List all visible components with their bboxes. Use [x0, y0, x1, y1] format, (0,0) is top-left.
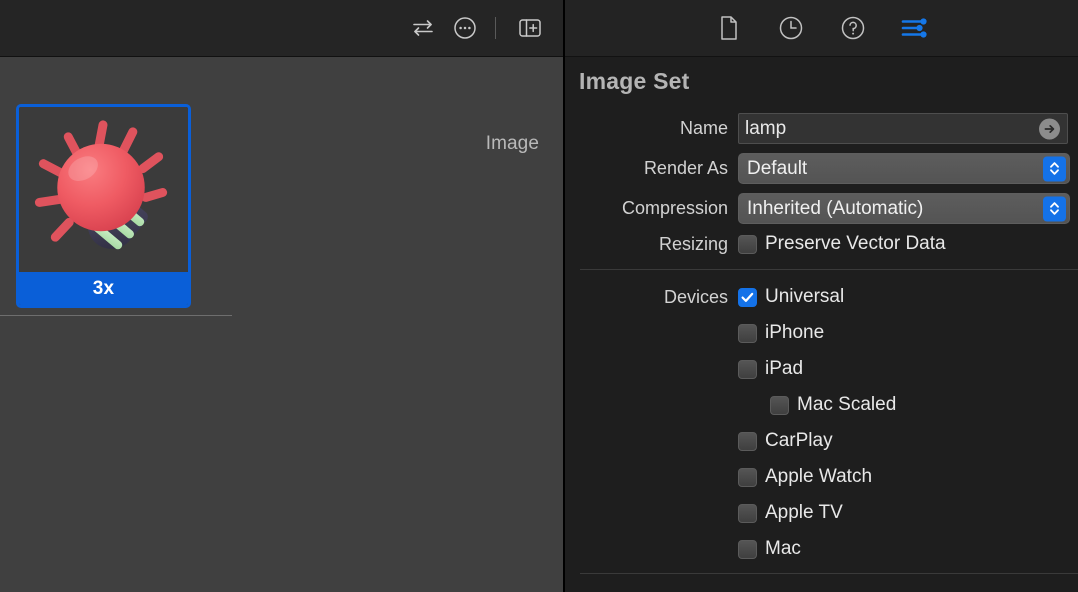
devices-label: Devices	[663, 286, 728, 307]
device-row: Mac Scaled	[565, 387, 1078, 423]
compression-row: Compression Inherited (Automatic)	[565, 193, 1078, 224]
sliders-icon[interactable]	[897, 12, 933, 44]
device-checkbox-apple-watch[interactable]	[738, 467, 757, 487]
render-as-value: Default	[747, 157, 808, 179]
device-label-iphone: iPhone	[765, 322, 825, 343]
resizing-row: Resizing Preserve Vector Data	[565, 233, 1078, 255]
inspector-form: Name lamp Render As Default Compression …	[565, 113, 1078, 579]
device-label-apple-watch: Apple Watch	[765, 466, 873, 487]
device-label-ipad: iPad	[765, 358, 804, 379]
add-panel-icon[interactable]	[513, 13, 547, 43]
asset-preview-pane: Image 3x	[0, 0, 563, 592]
name-input[interactable]: lamp	[738, 113, 1068, 144]
asset-scale-label: 3x	[19, 272, 188, 305]
device-row: Mac	[565, 531, 1078, 567]
render-as-row: Render As Default	[565, 153, 1078, 184]
device-checkbox-mac-scaled[interactable]	[770, 395, 789, 415]
device-row: Apple Watch	[565, 459, 1078, 495]
section-divider	[580, 269, 1078, 270]
device-checkbox-carplay[interactable]	[738, 431, 757, 451]
section-divider-bottom	[580, 573, 1078, 574]
device-label-mac-scaled: Mac Scaled	[797, 394, 897, 415]
device-label-carplay: CarPlay	[765, 430, 833, 451]
devices-group: Devices Universal iPhone iPad Mac Scaled…	[565, 279, 1078, 579]
device-row: Apple TV	[565, 495, 1078, 531]
chevron-updown-icon[interactable]	[1043, 196, 1066, 221]
inspector-tab-bar	[565, 0, 1078, 57]
compression-value: Inherited (Automatic)	[747, 197, 924, 219]
device-row: Devices Universal	[565, 279, 1078, 315]
device-checkbox-iphone[interactable]	[738, 323, 757, 343]
toolbar-divider	[495, 17, 496, 39]
inspector-title: Image Set	[579, 68, 690, 94]
device-row: CarPlay	[565, 423, 1078, 459]
compression-label: Compression	[621, 198, 728, 218]
asset-variant-grid: Image 3x	[0, 57, 563, 592]
device-label-mac: Mac	[765, 538, 801, 559]
swap-arrows-icon[interactable]	[406, 13, 440, 43]
asset-variant-tile[interactable]: 3x	[16, 104, 191, 308]
device-row: iPad	[565, 351, 1078, 387]
device-label-apple-tv: Apple TV	[765, 502, 843, 523]
render-as-select[interactable]: Default	[738, 153, 1070, 184]
device-checkbox-ipad[interactable]	[738, 359, 757, 379]
resizing-label: Resizing	[658, 233, 728, 254]
attributes-inspector: Image Set Name lamp Render As Default Co…	[565, 57, 1078, 592]
asset-section-divider	[0, 315, 232, 316]
clock-icon[interactable]	[773, 12, 809, 44]
document-icon[interactable]	[711, 12, 747, 44]
ellipsis-circle-icon[interactable]	[448, 13, 482, 43]
chevron-updown-icon[interactable]	[1043, 156, 1066, 181]
device-checkbox-mac[interactable]	[738, 539, 757, 559]
render-as-label: Render As	[643, 158, 728, 178]
help-circle-icon[interactable]	[835, 12, 871, 44]
preserve-vector-data-label: Preserve Vector Data	[765, 233, 946, 254]
arrow-right-circle-icon[interactable]	[1039, 118, 1060, 139]
device-label-universal: Universal	[765, 286, 845, 307]
devices-separator-wrap	[565, 269, 1078, 279]
preserve-vector-data-checkbox[interactable]	[738, 234, 757, 254]
inspector-pane: Image Set Name lamp Render As Default Co…	[565, 0, 1078, 592]
device-checkbox-apple-tv[interactable]	[738, 503, 757, 523]
name-label: Name	[679, 118, 728, 138]
compression-select[interactable]: Inherited (Automatic)	[738, 193, 1070, 224]
asset-kind-label: Image	[485, 133, 539, 154]
editor-toolbar	[0, 0, 563, 57]
xcode-asset-catalog-window: Image 3x Image Set Name lamp Render As D…	[0, 0, 1078, 592]
name-row: Name lamp	[565, 113, 1078, 144]
device-checkbox-universal[interactable]	[738, 287, 757, 307]
lamp-illustration-icon	[19, 107, 188, 272]
bottom-separator-wrap	[565, 567, 1078, 579]
device-row: iPhone	[565, 315, 1078, 351]
name-input-value: lamp	[745, 117, 787, 139]
